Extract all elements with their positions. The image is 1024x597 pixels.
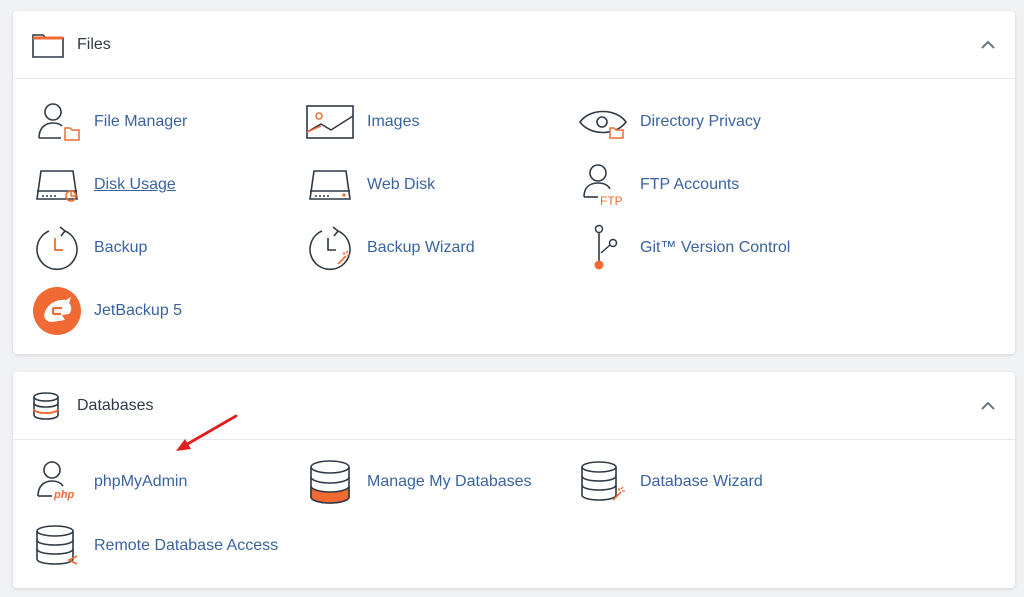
- web-disk-icon: [309, 170, 351, 200]
- backup-clock-icon: [36, 226, 78, 271]
- databases-panel: Databases php phpMyAdmin Manage My Datab…: [13, 372, 1015, 588]
- php-icon-text: php: [53, 489, 74, 501]
- backup-wizard-label: Backup Wizard: [367, 239, 475, 256]
- folder-icon: [32, 33, 64, 58]
- files-panel: Files File Manager Images Directory Priv…: [13, 11, 1015, 354]
- file-manager-label: File Manager: [94, 113, 188, 130]
- databases-panel-title: Databases: [77, 396, 154, 414]
- disk-usage-label: Disk Usage: [94, 176, 176, 193]
- red-arrow-icon: [176, 414, 238, 451]
- ftp-accounts-link[interactable]: FTP FTP Accounts: [577, 159, 739, 211]
- phpmyadmin-link[interactable]: php phpMyAdmin: [31, 456, 187, 508]
- git-version-control-label: Git™ Version Control: [640, 239, 791, 256]
- database-wizard-icon: [581, 461, 625, 501]
- ftp-accounts-icon: FTP: [583, 164, 623, 208]
- files-panel-header[interactable]: Files: [13, 11, 1015, 79]
- phpmyadmin-label: phpMyAdmin: [94, 473, 188, 490]
- databases-panel-header[interactable]: Databases: [13, 372, 1015, 440]
- disk-usage-link[interactable]: Disk Usage: [31, 159, 176, 211]
- jetbackup-link[interactable]: JetBackup 5: [31, 285, 182, 337]
- backup-label: Backup: [94, 239, 148, 256]
- chevron-up-icon[interactable]: [979, 38, 997, 52]
- jetbackup-label: JetBackup 5: [94, 302, 183, 319]
- jetbackup-logo-icon: [33, 287, 81, 335]
- directory-privacy-link[interactable]: Directory Privacy: [577, 96, 761, 148]
- database-icon: [33, 391, 59, 420]
- ftp-icon-text: FTP: [600, 194, 623, 208]
- images-label: Images: [367, 113, 420, 130]
- chevron-up-icon[interactable]: [979, 399, 997, 413]
- backup-wizard-link[interactable]: Backup Wizard: [304, 222, 475, 274]
- database-wizard-link[interactable]: Database Wizard: [577, 456, 763, 508]
- disk-usage-icon: [36, 170, 78, 202]
- ftp-accounts-label: FTP Accounts: [640, 176, 740, 193]
- web-disk-label: Web Disk: [367, 176, 436, 193]
- backup-link[interactable]: Backup: [31, 222, 147, 274]
- remote-database-access-link[interactable]: Remote Database Access: [31, 520, 278, 572]
- remote-database-icon: [36, 525, 78, 565]
- git-branch-icon: [594, 224, 618, 270]
- phpmyadmin-icon: php: [37, 461, 74, 501]
- file-manager-icon: [38, 103, 80, 141]
- eye-icon: [579, 110, 627, 139]
- database-wizard-label: Database Wizard: [640, 473, 763, 490]
- manage-my-databases-link[interactable]: Manage My Databases: [304, 456, 532, 508]
- manage-my-databases-label: Manage My Databases: [367, 473, 532, 490]
- file-manager-link[interactable]: File Manager: [31, 96, 187, 148]
- web-disk-link[interactable]: Web Disk: [304, 159, 435, 211]
- manage-databases-icon: [310, 460, 350, 504]
- git-version-control-link[interactable]: Git™ Version Control: [577, 222, 790, 274]
- remote-database-access-label: Remote Database Access: [94, 537, 279, 554]
- images-link[interactable]: Images: [304, 96, 419, 148]
- files-panel-title: Files: [77, 35, 111, 53]
- directory-privacy-label: Directory Privacy: [640, 113, 761, 130]
- backup-wizard-icon: [309, 226, 351, 271]
- images-icon: [306, 105, 354, 139]
